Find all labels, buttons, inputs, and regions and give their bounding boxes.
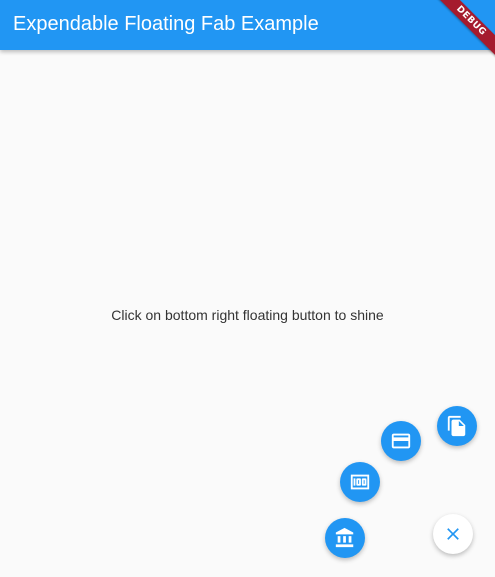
money-icon [349,471,371,493]
fab-copy-button[interactable] [437,406,477,446]
fab-bank-button[interactable] [325,518,365,558]
file-copy-icon [446,415,468,437]
app-bar-title: Expendable Floating Fab Example [13,13,319,35]
fab-money-button[interactable] [340,462,380,502]
app-bar: Expendable Floating Fab Example [0,0,495,50]
instruction-text: Click on bottom right floating button to… [111,307,384,323]
close-icon [443,524,463,544]
bank-icon [334,527,356,549]
main-fab-toggle-button[interactable] [433,514,473,554]
credit-card-icon [390,430,412,452]
fab-credit-card-button[interactable] [381,421,421,461]
app-screen: Expendable Floating Fab Example DEBUG Cl… [0,0,495,577]
